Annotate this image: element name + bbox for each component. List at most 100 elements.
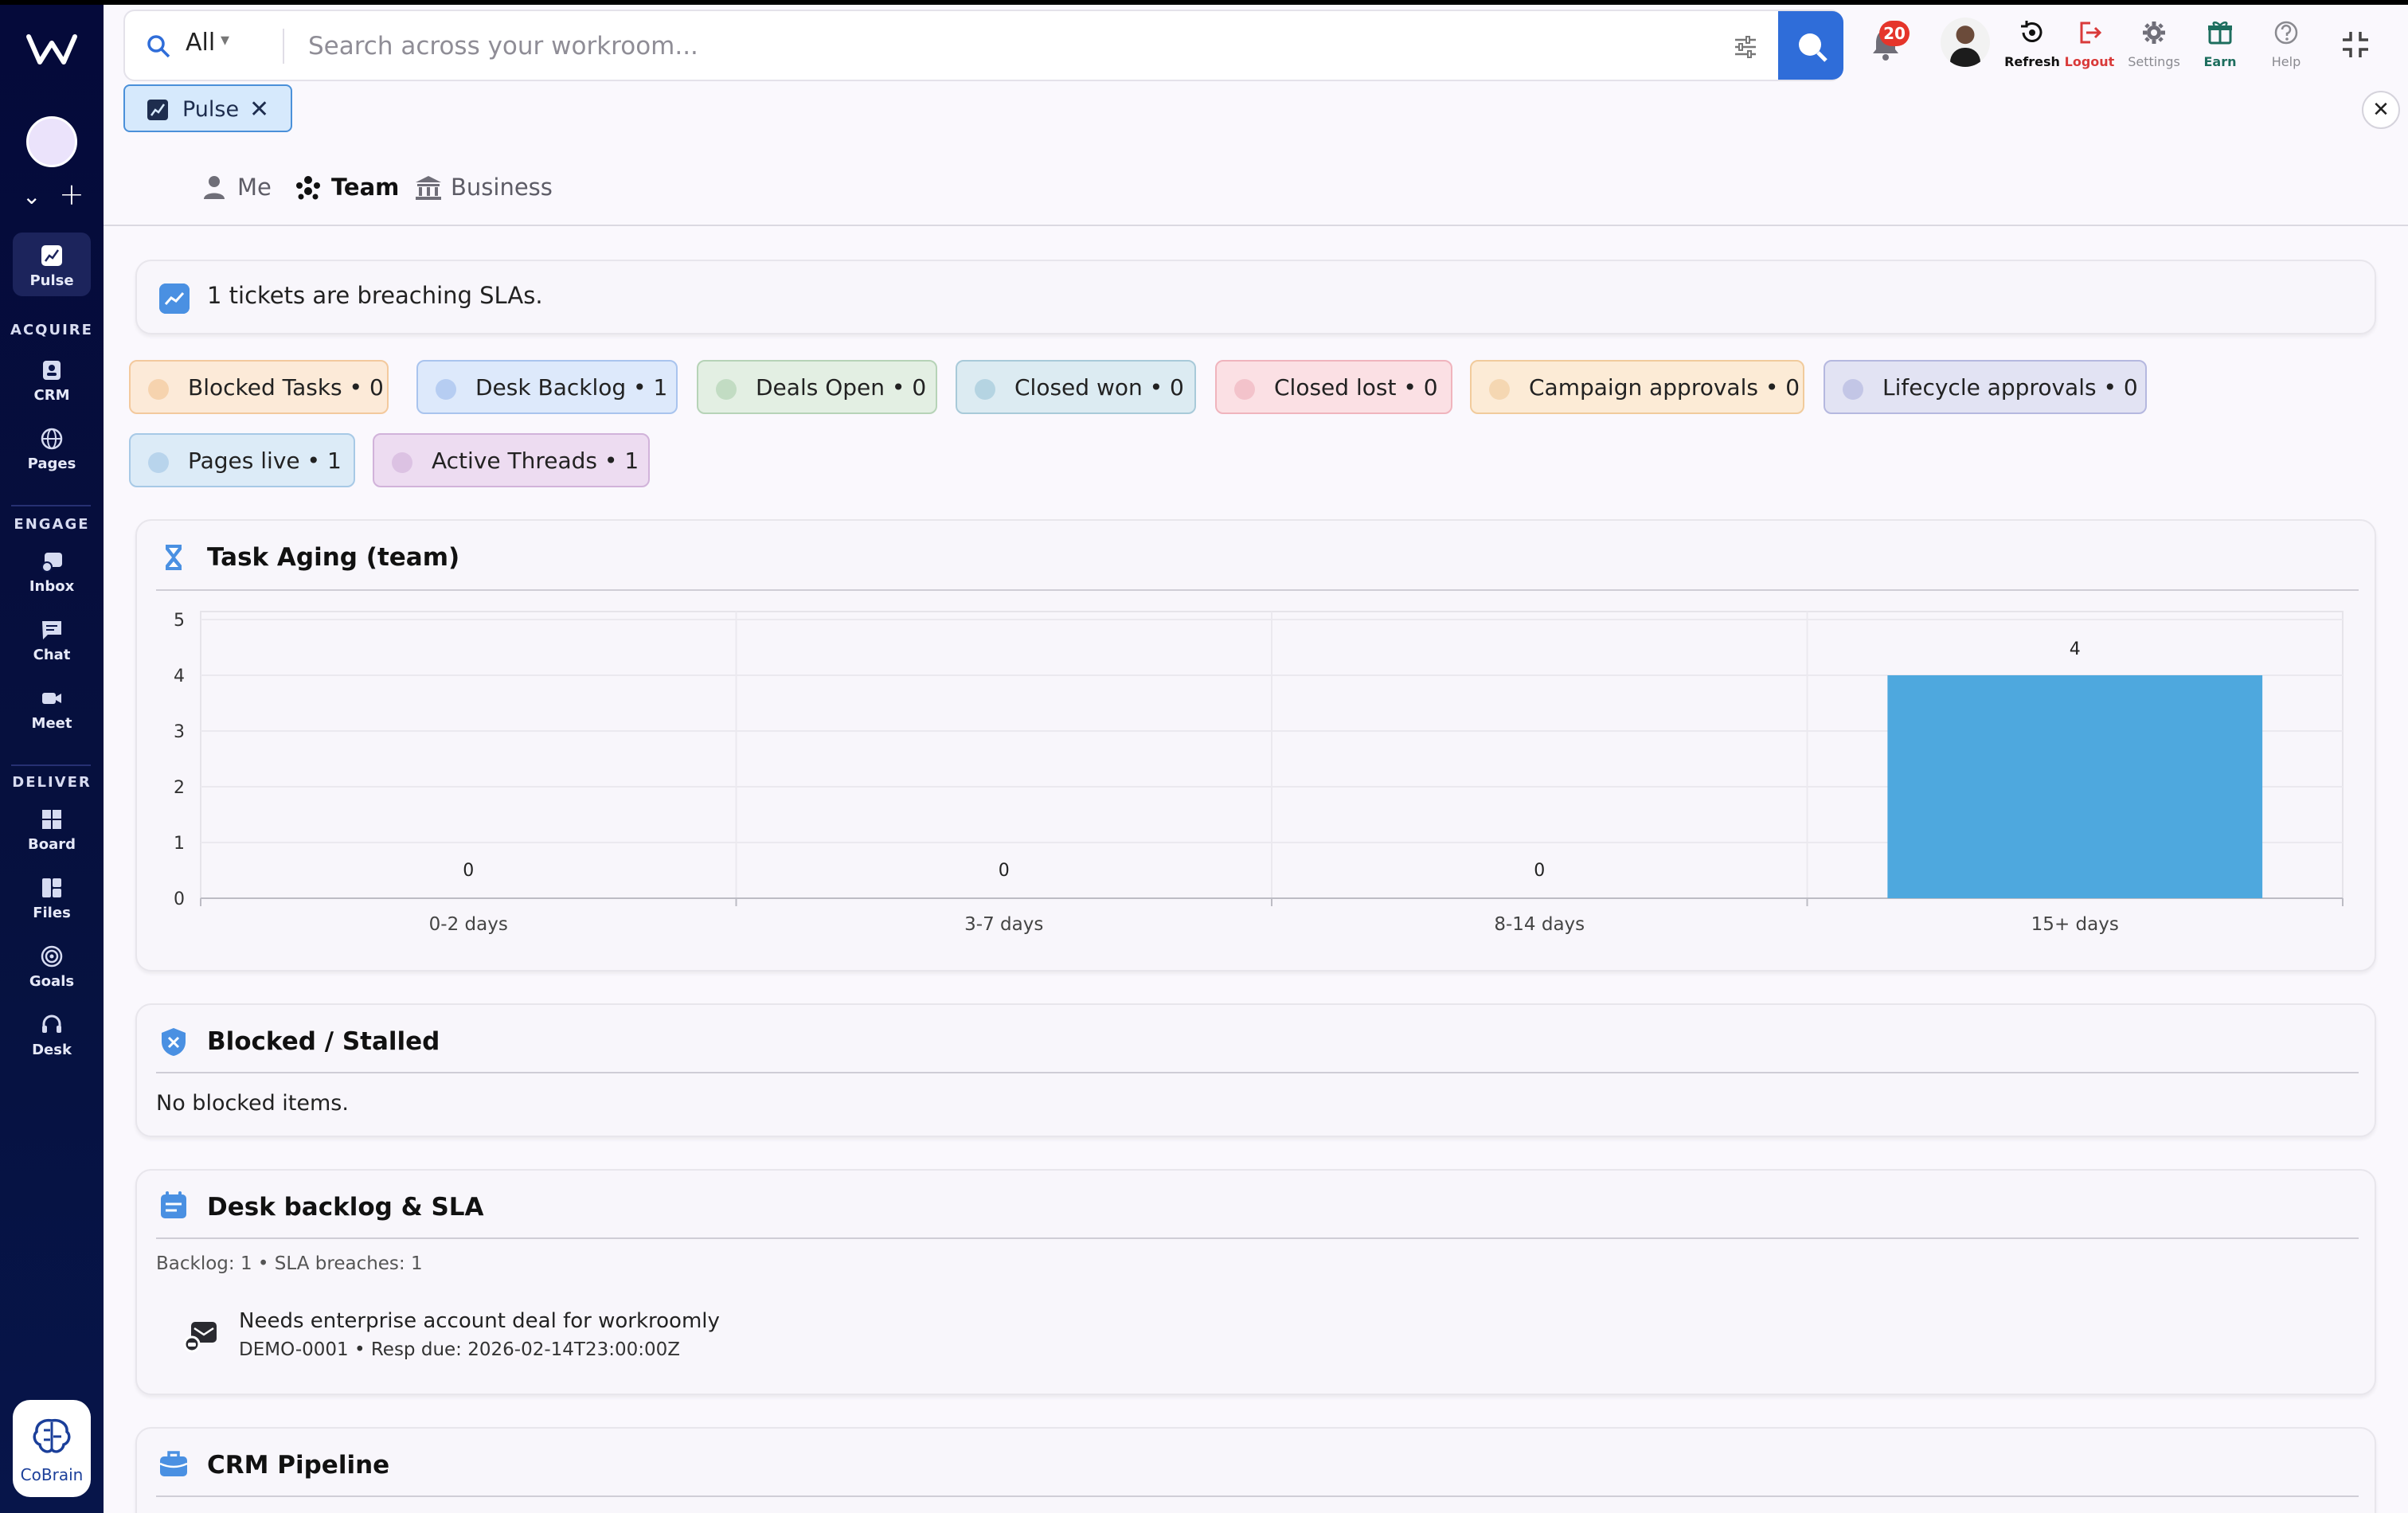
chip-icon [716,379,737,400]
crm-title: CRM Pipeline [207,1451,390,1480]
summary-chip[interactable]: Closed won • 0 [956,360,1196,414]
sidebar-section-engage: ENGAGE [14,516,90,533]
blocked-title: Blocked / Stalled [207,1027,440,1056]
chip-label: Lifecycle approvals • 0 [1882,374,2138,401]
chip-label: Closed lost • 0 [1274,374,1438,401]
gift-icon [2208,22,2232,45]
sidebar-item-board[interactable]: Board [13,796,91,860]
search-icon [147,35,170,58]
chat-icon [42,621,61,639]
window-top-strip [0,0,2408,5]
summary-chip[interactable]: Closed lost • 0 [1215,360,1452,414]
sla-alert-text: 1 tickets are breaching SLAs. [207,282,543,309]
board-icon [42,810,61,829]
summary-chip[interactable]: Campaign approvals • 0 [1470,360,1804,414]
workroomly-logo[interactable] [25,32,78,67]
logout-button[interactable]: Logout [2056,19,2123,69]
search-icon [1799,33,1828,62]
sidebar-item-crm[interactable]: CRM [13,347,91,411]
global-search-bar: All ▾ [123,10,1843,81]
task-aging-bar-chart: 0 1 2 3 4 5 0 0-2 days 0 3-7 days 0 8-14 days 4 15+ d… [174,611,2344,935]
refresh-icon [2021,21,2042,42]
workspace-avatar[interactable] [26,116,77,167]
bar-data-label: 0 [463,861,474,881]
x-tick-label: 0-2 days [429,914,508,935]
chip-label: Campaign approvals • 0 [1529,374,1800,401]
search-submit-button[interactable] [1778,11,1843,80]
sidebar-item-pulse[interactable]: Pulse [13,233,91,296]
chip-icon [148,379,169,400]
inbox-ticket-icon [183,1322,217,1353]
logout-icon [2080,22,2102,44]
earn-label: Earn [2203,54,2237,69]
y-tick-label: 2 [174,778,185,798]
bar-data-label: 0 [1534,861,1545,881]
sla-alert-card: 1 tickets are breaching SLAs. [135,260,2376,334]
sidebar-item-desk[interactable]: Desk [13,1002,91,1065]
bank-icon [416,176,441,200]
calendar-list-icon [161,1191,186,1218]
summary-chip[interactable]: Active Threads • 1 [373,433,650,487]
help-icon [2274,21,2298,45]
section-rule [156,1072,2359,1073]
y-tick-label: 4 [174,667,185,686]
chip-icon [392,452,412,473]
add-workspace-plus-icon[interactable]: + [59,177,84,212]
summary-chip[interactable]: Blocked Tasks • 0 [129,360,389,414]
search-scope-select[interactable]: All [186,29,215,57]
cobrain-label: CoBrain [20,1465,84,1484]
sidebar-item-label: CRM [33,387,70,404]
sidebar-item-goals[interactable]: Goals [13,933,91,997]
sidebar-item-label: Meet [31,715,72,732]
x-tick-label: 8-14 days [1494,914,1585,935]
cobrain-button[interactable]: CoBrain [13,1400,91,1497]
tab-label: Me [237,174,272,201]
tab-pulse[interactable]: Pulse ✕ [123,84,292,132]
team-icon [296,176,320,200]
sidebar-item-label: Board [28,836,76,853]
sidebar-item-inbox[interactable]: Inbox [13,538,91,602]
earn-button[interactable]: Earn [2187,19,2254,69]
search-divider [283,29,284,64]
target-icon [41,945,63,968]
sidebar-section-deliver: DELIVER [12,774,92,791]
chip-label: Deals Open • 0 [756,374,927,401]
sidebar-section-acquire: ACQUIRE [10,322,93,338]
help-button[interactable]: Help [2253,19,2320,69]
sidebar-item-label: Goals [29,973,75,990]
bar-data-label: 0 [999,861,1010,881]
chip-label: Pages live • 1 [188,448,342,474]
close-panel-button[interactable]: ✕ [2362,91,2400,129]
summary-chip[interactable]: Lifecycle approvals • 0 [1824,360,2147,414]
search-input[interactable] [308,25,1582,67]
desk-meta: Backlog: 1 • SLA breaches: 1 [156,1253,423,1274]
collapse-arrows-icon[interactable] [2340,29,2371,61]
sidebar-item-meet[interactable]: Meet [13,675,91,739]
close-tab-icon[interactable]: ✕ [249,96,269,123]
header-divider [104,225,2408,226]
chip-icon [1489,379,1510,400]
ticket-title[interactable]: Needs enterprise account deal for workro… [239,1309,720,1333]
sidebar-item-pages[interactable]: Pages [13,416,91,479]
sidebar-item-chat[interactable]: Chat [13,607,91,670]
desk-backlog-card: Desk backlog & SLA Backlog: 1 • SLA brea… [135,1169,2376,1395]
summary-chip[interactable]: Pages live • 1 [129,433,355,487]
pulse-chart-icon [41,245,62,266]
settings-label: Settings [2128,54,2180,69]
person-icon [204,176,225,199]
chip-icon [436,379,456,400]
filter-sliders-icon[interactable] [1732,33,1759,61]
settings-button[interactable]: Settings [2121,19,2187,69]
files-icon [42,878,61,897]
chip-label: Blocked Tasks • 0 [188,374,384,401]
help-label: Help [2271,54,2301,69]
summary-chip[interactable]: Desk Backlog • 1 [416,360,678,414]
chevron-down-icon[interactable]: ▾ [221,30,229,50]
crm-pipeline-card: CRM Pipeline [135,1427,2376,1513]
workspace-chevron-down-icon[interactable]: ⌄ [22,183,41,209]
sidebar-item-files[interactable]: Files [13,865,91,929]
bar-data-label: 4 [2070,639,2081,659]
user-avatar[interactable] [1941,18,1990,67]
summary-chip[interactable]: Deals Open • 0 [697,360,937,414]
shield-x-icon [162,1028,186,1056]
